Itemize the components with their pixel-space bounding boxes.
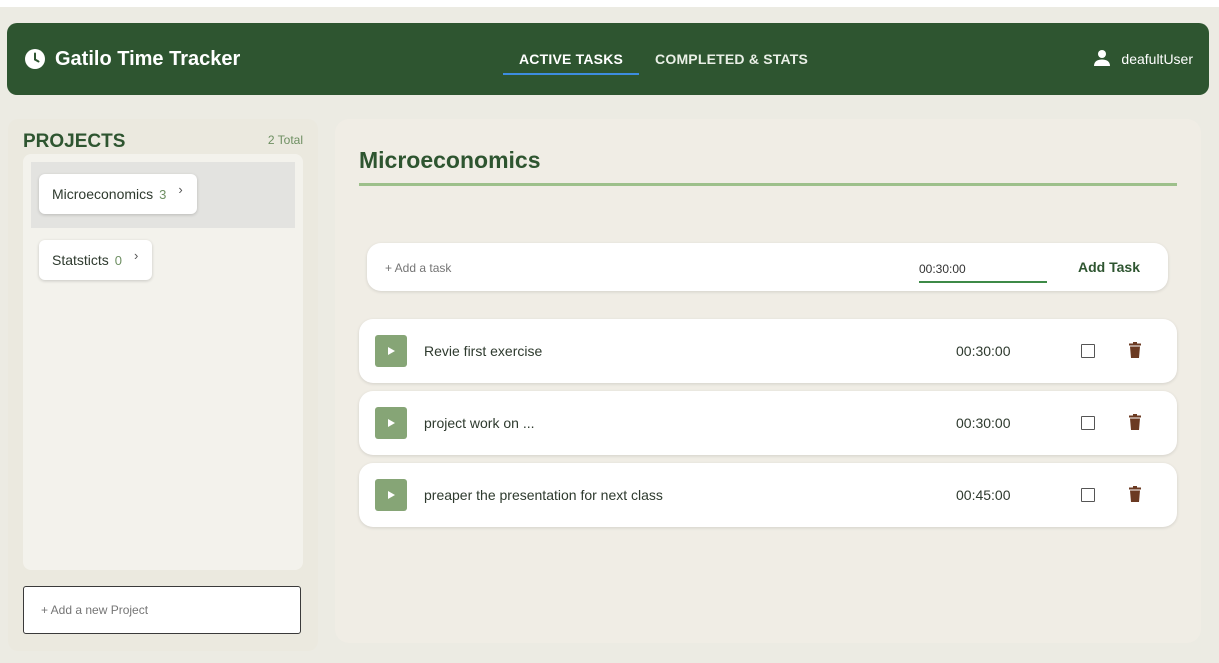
task-name: Revie first exercise [424,343,543,359]
app-header: Gatilo Time Tracker ACTIVE TASKS COMPLET… [7,23,1209,95]
project-name: Microeconomics [52,186,154,202]
title-divider [359,183,1177,186]
project-task-count: 0 [114,252,123,268]
delete-task-button[interactable] [1129,342,1141,363]
task-time: 00:30:00 [956,343,1011,359]
trash-icon [1129,486,1141,502]
task-duration-input[interactable] [919,257,1047,283]
projects-sidebar: PROJECTS 2 Total Microeconomics 3 › Stat… [8,119,318,651]
clock-icon [25,49,45,69]
task-complete-checkbox[interactable] [1081,416,1095,430]
add-task-bar: Add Task [367,243,1168,291]
project-item-microeconomics[interactable]: Microeconomics 3 › [39,174,197,214]
person-icon [1093,49,1111,70]
task-name-input[interactable] [383,257,807,279]
app-title: Gatilo Time Tracker [55,47,241,70]
project-name: Statsticts [52,252,109,268]
task-row: preaper the presentation for next class … [359,463,1177,527]
project-list: Microeconomics 3 › Statsticts 0 › [23,154,303,570]
task-time: 00:30:00 [956,415,1011,431]
project-row-microeconomics: Microeconomics 3 › [31,162,295,228]
chevron-right-icon: › [178,181,183,197]
project-task-count: 3 [159,186,167,202]
play-icon [388,419,395,427]
add-task-button[interactable]: Add Task [1067,253,1151,281]
window-top-strip [0,0,1219,7]
project-title: Microeconomics [359,147,541,173]
projects-total: 2 Total [267,133,303,147]
project-item-statsticts[interactable]: Statsticts 0 › [39,240,153,280]
add-project-input[interactable] [23,586,301,634]
main-tabs: ACTIVE TASKS COMPLETED & STATS [503,23,824,95]
username: deafultUser [1121,51,1193,67]
tab-completed-stats[interactable]: COMPLETED & STATS [639,23,824,95]
projects-heading: PROJECTS [23,131,126,152]
delete-task-button[interactable] [1129,486,1141,507]
task-row: project work on ... 00:30:00 [359,391,1177,455]
task-complete-checkbox[interactable] [1081,488,1095,502]
tab-active-tasks[interactable]: ACTIVE TASKS [503,23,640,95]
play-button[interactable] [375,335,407,367]
task-row: Revie first exercise 00:30:00 [359,319,1177,383]
brand: Gatilo Time Tracker [25,23,240,95]
user-menu[interactable]: deafultUser [1093,23,1193,95]
trash-icon [1129,342,1141,358]
task-time: 00:45:00 [956,487,1011,503]
delete-task-button[interactable] [1129,414,1141,435]
project-row-statsticts: Statsticts 0 › [31,228,295,294]
play-button[interactable] [375,407,407,439]
task-name: preaper the presentation for next class [424,487,663,503]
trash-icon [1129,414,1141,430]
play-button[interactable] [375,479,407,511]
chevron-right-icon: › [134,247,139,263]
project-panel: Microeconomics Add Task Revie first exer… [335,119,1201,643]
task-name: project work on ... [424,415,535,431]
task-complete-checkbox[interactable] [1081,344,1095,358]
play-icon [388,347,395,355]
play-icon [388,491,395,499]
